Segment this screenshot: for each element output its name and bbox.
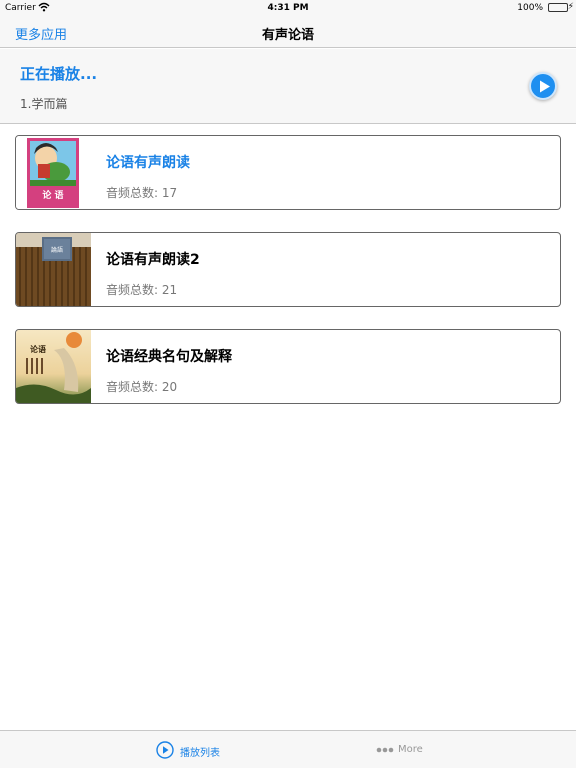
more-dots-icon <box>376 747 394 753</box>
app-screen: Carrier 4:31 PM 100% ⚡ 更多应用 有声论语 正在播放...… <box>0 0 576 768</box>
album-cover-image: 論語 <box>16 233 91 306</box>
album-count: 音频总数: 20 <box>106 380 178 394</box>
play-button[interactable] <box>529 72 557 100</box>
battery-percent: 100% <box>517 3 543 13</box>
album-card[interactable]: 論語 论语有声朗读2 音频总数: 21 <box>15 232 561 307</box>
battery-icon <box>548 3 568 12</box>
page-title: 有声论语 <box>261 28 314 43</box>
album-cover-image: 论 语 <box>16 136 91 209</box>
album-count: 音频总数: 17 <box>106 186 178 200</box>
navigation-bar: 更多应用 有声论语 <box>0 16 576 48</box>
tab-playlist-label: 播放列表 <box>180 748 220 759</box>
play-circle-icon <box>156 741 174 759</box>
now-playing-panel[interactable]: 正在播放... 1.学而篇 <box>0 49 576 124</box>
book-cover-text: 论 语 <box>42 189 63 201</box>
album-cover-image: 论语 <box>16 330 91 403</box>
album-count: 音频总数: 21 <box>106 283 178 297</box>
charging-icon: ⚡ <box>567 2 574 12</box>
tab-bar: 播放列表 More <box>0 730 576 768</box>
album-title: 论语有声朗读2 <box>106 252 200 268</box>
book-cover-text: 论语 <box>30 344 46 354</box>
play-icon <box>540 80 550 93</box>
album-title: 论语有声朗读 <box>106 155 190 171</box>
book-cover-text: 論語 <box>51 246 63 254</box>
album-card[interactable]: 论语 论语经典名句及解释 音频总数: 20 <box>15 329 561 404</box>
now-playing-track: 1.学而篇 <box>20 97 68 111</box>
album-title: 论语经典名句及解释 <box>106 349 232 365</box>
now-playing-title: 正在播放... <box>20 65 98 83</box>
tab-more-label: More <box>398 744 423 755</box>
tab-playlist[interactable]: 播放列表 <box>156 731 236 768</box>
tab-more[interactable]: More <box>376 731 436 768</box>
clock: 4:31 PM <box>267 3 309 13</box>
album-card[interactable]: 论 语 论语有声朗读 音频总数: 17 <box>15 135 561 210</box>
status-bar: Carrier 4:31 PM 100% ⚡ <box>0 0 576 16</box>
